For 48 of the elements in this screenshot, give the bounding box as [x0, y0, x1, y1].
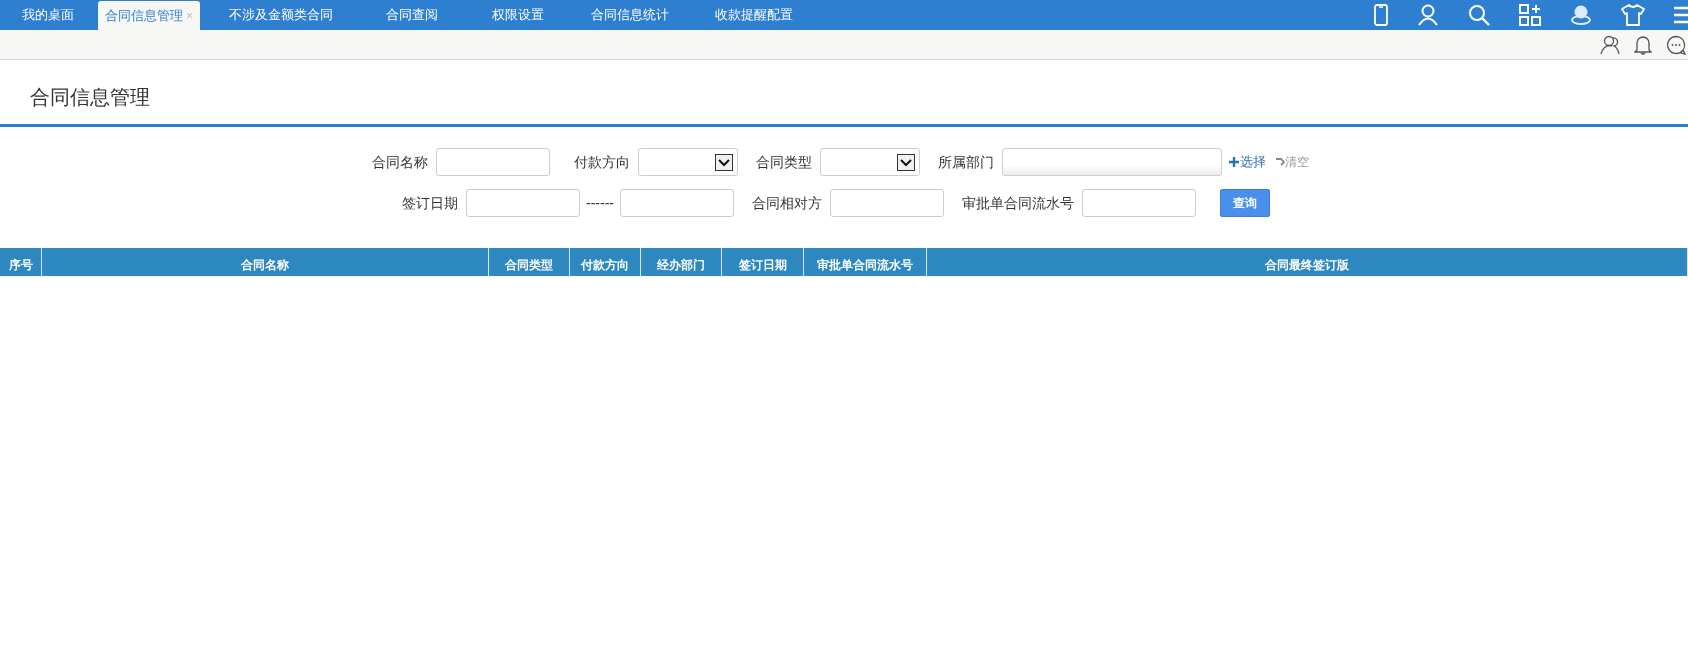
clear-icon: [1276, 157, 1285, 167]
select-field[interactable]: [638, 148, 738, 176]
input-field[interactable]: [830, 189, 944, 217]
column-header: 付款方向: [570, 248, 641, 276]
chat-icon[interactable]: [1666, 34, 1686, 55]
apps-icon[interactable]: [1519, 4, 1541, 26]
phone-icon[interactable]: [1374, 4, 1388, 26]
field-label: 审批单合同流水号: [962, 193, 1074, 213]
field-label: 合同相对方: [752, 193, 822, 213]
column-header: 审批单合同流水号: [804, 248, 927, 276]
column-header: 序号: [0, 248, 42, 276]
field-label: 所属部门: [938, 152, 994, 172]
input-field[interactable]: [620, 189, 734, 217]
department-field[interactable]: [1002, 148, 1222, 176]
select-field[interactable]: [820, 148, 920, 176]
search-button[interactable]: 查询: [1220, 189, 1270, 217]
input-field[interactable]: [1082, 189, 1196, 217]
dropdown-icon: [897, 153, 915, 171]
bell-icon[interactable]: [1634, 34, 1652, 55]
field-label: 签订日期: [402, 193, 458, 213]
dropdown-icon: [715, 153, 733, 171]
nav-tab[interactable]: 收款提醒配置: [694, 0, 814, 30]
nav-tab[interactable]: 我的桌面: [6, 0, 90, 30]
clear-link[interactable]: 清空: [1276, 153, 1309, 171]
input-field[interactable]: [436, 148, 550, 176]
range-separator: ------: [586, 193, 614, 213]
user-icon[interactable]: [1417, 4, 1439, 26]
shirt-icon[interactable]: [1621, 4, 1645, 26]
nav-tab[interactable]: 合同信息管理 ×: [98, 1, 200, 30]
page-title: 合同信息管理: [30, 85, 150, 110]
column-header: 合同名称: [42, 248, 489, 276]
column-header: 合同最终签订版: [927, 248, 1688, 276]
field-label: 付款方向: [574, 152, 630, 172]
nav-tab[interactable]: 合同信息统计: [566, 0, 694, 30]
menu-icon[interactable]: [1674, 5, 1688, 25]
column-header: 合同类型: [489, 248, 570, 276]
nav-tab[interactable]: 不涉及金额类合同: [208, 0, 354, 30]
nav-tab[interactable]: 合同查阅: [354, 0, 470, 30]
input-field[interactable]: [466, 189, 580, 217]
field-label: 合同类型: [756, 152, 812, 172]
search-icon[interactable]: [1468, 4, 1490, 26]
plus-icon: [1229, 157, 1239, 167]
field-label: 合同名称: [372, 152, 428, 172]
nav-tab[interactable]: 权限设置: [470, 0, 566, 30]
column-header: 签订日期: [722, 248, 804, 276]
users-icon[interactable]: [1600, 34, 1620, 55]
column-header: 经办部门: [641, 248, 722, 276]
choose-link[interactable]: 选择: [1229, 152, 1266, 172]
